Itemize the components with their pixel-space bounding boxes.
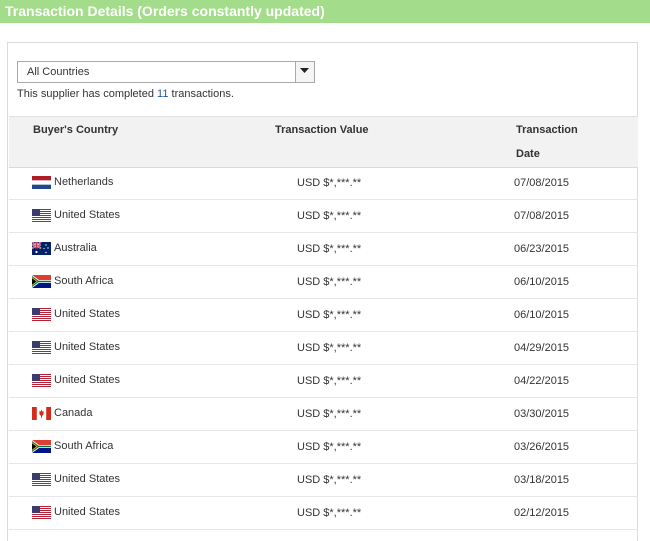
transaction-summary: This supplier has completed 11 transacti… <box>17 88 234 100</box>
cell-transaction-value: USD $*,***.** <box>297 507 362 519</box>
cell-transaction-value: USD $*,***.** <box>297 474 362 486</box>
united-states-flag-icon <box>32 374 51 387</box>
cell-transaction-date: 04/29/2015 <box>514 342 570 354</box>
cell-buyer-country: South Africa <box>54 440 114 452</box>
united-states-flag-icon <box>32 308 51 321</box>
cell-buyer-country: Netherlands <box>54 176 114 188</box>
column-header-country: Buyer's Country <box>33 124 119 136</box>
cell-buyer-country: Australia <box>54 242 97 254</box>
cell-transaction-date: 03/26/2015 <box>514 441 570 453</box>
cell-buyer-country: United States <box>54 374 121 386</box>
title-bar: Transaction Details (Orders constantly u… <box>0 0 650 23</box>
table-row: United States USD $*,***.** 06/10/2015 <box>9 299 638 332</box>
netherlands-flag-icon <box>32 176 51 189</box>
table-row: United States USD $*,***.** 03/18/2015 <box>9 464 638 497</box>
transaction-rows: Netherlands USD $*,***.** 07/08/2015 United… <box>9 167 638 530</box>
table-row: Netherlands USD $*,***.** 07/08/2015 <box>9 167 638 200</box>
canada-flag-icon <box>32 407 51 420</box>
south-africa-flag-icon <box>32 275 51 288</box>
summary-prefix: This supplier has completed <box>17 88 154 100</box>
cell-transaction-date: 06/10/2015 <box>514 276 570 288</box>
cell-transaction-date: 02/12/2015 <box>514 507 570 519</box>
cell-transaction-value: USD $*,***.** <box>297 408 362 420</box>
table-header: Buyer's Country Transaction Value Transa… <box>9 116 638 168</box>
summary-suffix: transactions. <box>171 88 234 100</box>
cell-transaction-value: USD $*,***.** <box>297 177 362 189</box>
page-title: Transaction Details (Orders constantly u… <box>5 3 325 19</box>
column-header-date-second-line: Date <box>516 148 540 160</box>
cell-transaction-value: USD $*,***.** <box>297 375 362 387</box>
table-row: Canada USD $*,***.** 03/30/2015 <box>9 398 638 431</box>
cell-buyer-country: United States <box>54 473 121 485</box>
cell-transaction-date: 07/08/2015 <box>514 177 570 189</box>
united-states-flag-icon <box>32 473 51 486</box>
cell-transaction-value: USD $*,***.** <box>297 276 362 288</box>
cell-transaction-date: 04/22/2015 <box>514 375 570 387</box>
cell-transaction-date: 06/10/2015 <box>514 309 570 321</box>
cell-transaction-value: USD $*,***.** <box>297 210 362 222</box>
table-row: United States USD $*,***.** 04/22/2015 <box>9 365 638 398</box>
table-row: South Africa USD $*,***.** 03/26/2015 <box>9 431 638 464</box>
column-header-date: Transaction <box>516 124 578 136</box>
cell-transaction-date: 03/18/2015 <box>514 474 570 486</box>
south-africa-flag-icon <box>32 440 51 453</box>
table-row: South Africa USD $*,***.** 06/10/2015 <box>9 266 638 299</box>
cell-transaction-value: USD $*,***.** <box>297 309 362 321</box>
cell-transaction-value: USD $*,***.** <box>297 441 362 453</box>
united-states-flag-icon <box>32 209 51 222</box>
cell-transaction-value: USD $*,***.** <box>297 342 362 354</box>
cell-buyer-country: Canada <box>54 407 93 419</box>
cell-transaction-date: 03/30/2015 <box>514 408 570 420</box>
cell-buyer-country: United States <box>54 308 121 320</box>
cell-buyer-country: United States <box>54 341 121 353</box>
cell-buyer-country: United States <box>54 209 121 221</box>
cell-transaction-value: USD $*,***.** <box>297 243 362 255</box>
cell-transaction-date: 06/23/2015 <box>514 243 570 255</box>
cell-transaction-date: 07/08/2015 <box>514 210 570 222</box>
country-filter-select[interactable]: All Countries <box>17 61 315 83</box>
chevron-down-icon <box>300 68 309 73</box>
table-row: United States USD $*,***.** 07/08/2015 <box>9 200 638 233</box>
united-states-flag-icon <box>32 341 51 354</box>
column-header-value: Transaction Value <box>275 124 369 136</box>
country-filter-value: All Countries <box>27 66 90 78</box>
transaction-count: 11 <box>157 88 169 100</box>
table-row: Australia USD $*,***.** 06/23/2015 <box>9 233 638 266</box>
united-states-flag-icon <box>32 506 51 519</box>
cell-buyer-country: South Africa <box>54 275 114 287</box>
australia-flag-icon <box>32 242 51 255</box>
table-row: United States USD $*,***.** 04/29/2015 <box>9 332 638 365</box>
table-row: United States USD $*,***.** 02/12/2015 <box>9 497 638 530</box>
transactions-panel: All Countries This supplier has complete… <box>7 42 638 541</box>
dropdown-arrow-button[interactable] <box>295 62 314 82</box>
cell-buyer-country: United States <box>54 506 121 518</box>
